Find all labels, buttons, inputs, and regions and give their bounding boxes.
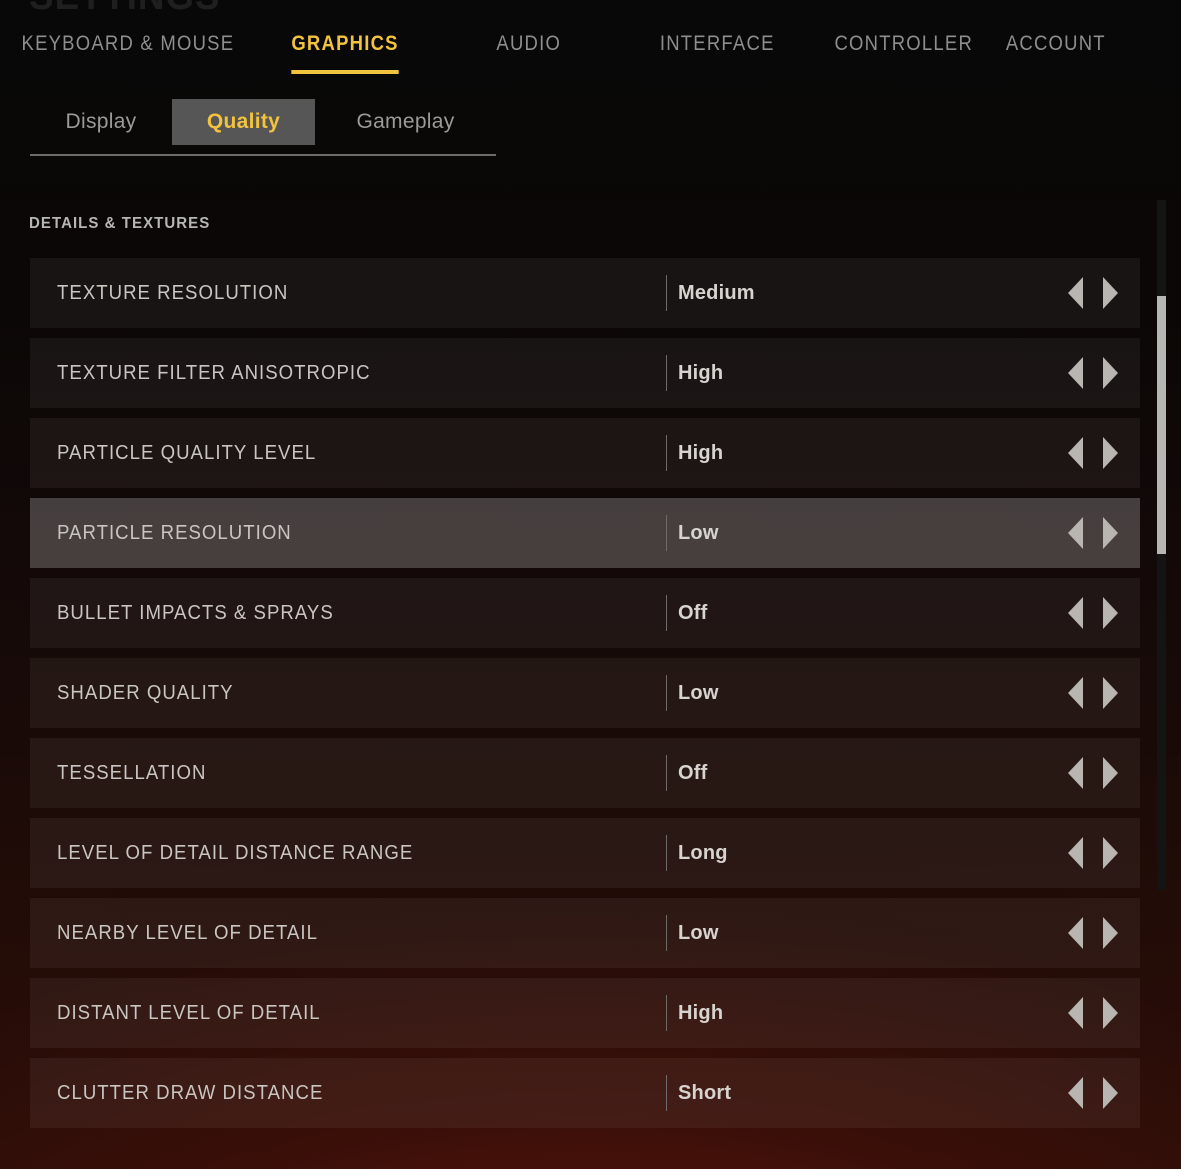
arrow-right-icon[interactable]	[1103, 917, 1118, 949]
subtab-display[interactable]: Display	[30, 99, 172, 145]
arrow-left-icon[interactable]	[1068, 597, 1083, 629]
setting-value: Short	[678, 1082, 731, 1105]
setting-divider	[666, 1075, 667, 1111]
setting-stepper	[1068, 917, 1118, 949]
arrow-right-icon[interactable]	[1103, 277, 1118, 309]
arrow-left-icon[interactable]	[1068, 357, 1083, 389]
setting-label: TEXTURE FILTER ANISOTROPIC	[57, 362, 371, 385]
page-title: SETTINGS	[29, 0, 220, 19]
setting-stepper	[1068, 437, 1118, 469]
setting-row[interactable]: SHADER QUALITY Low	[30, 658, 1140, 728]
setting-row[interactable]: DISTANT LEVEL OF DETAIL High	[30, 978, 1140, 1048]
setting-label: TESSELLATION	[57, 762, 206, 785]
setting-stepper	[1068, 1077, 1118, 1109]
setting-value: High	[678, 442, 723, 465]
setting-value: Off	[678, 762, 707, 785]
setting-divider	[666, 595, 667, 631]
tab-audio[interactable]: AUDIO	[497, 28, 562, 74]
setting-row[interactable]: BULLET IMPACTS & SPRAYS Off	[30, 578, 1140, 648]
setting-stepper	[1068, 517, 1118, 549]
setting-row[interactable]: PARTICLE RESOLUTION Low	[30, 498, 1140, 568]
setting-divider	[666, 835, 667, 871]
subtab-gameplay[interactable]: Gameplay	[315, 99, 496, 145]
setting-stepper	[1068, 677, 1118, 709]
setting-value: Low	[678, 922, 719, 945]
setting-label: LEVEL OF DETAIL DISTANCE RANGE	[57, 842, 413, 865]
tab-graphics[interactable]: GRAPHICS	[292, 28, 399, 74]
setting-row[interactable]: CLUTTER DRAW DISTANCE Short	[30, 1058, 1140, 1128]
setting-label: DISTANT LEVEL OF DETAIL	[57, 1002, 321, 1025]
arrow-left-icon[interactable]	[1068, 277, 1083, 309]
setting-row[interactable]: TEXTURE RESOLUTION Medium	[30, 258, 1140, 328]
arrow-right-icon[interactable]	[1103, 757, 1118, 789]
settings-screen: SETTINGS KEYBOARD & MOUSE GRAPHICS AUDIO…	[0, 0, 1181, 1169]
setting-label: TEXTURE RESOLUTION	[57, 282, 288, 305]
setting-divider	[666, 515, 667, 551]
setting-stepper	[1068, 997, 1118, 1029]
arrow-left-icon[interactable]	[1068, 517, 1083, 549]
tab-keyboard-mouse[interactable]: KEYBOARD & MOUSE	[22, 28, 235, 74]
settings-list: TEXTURE RESOLUTION Medium TEXTURE FILTER A…	[30, 258, 1140, 1124]
sub-tab-bar: Display Quality Gameplay	[30, 99, 496, 145]
setting-stepper	[1068, 837, 1118, 869]
setting-divider	[666, 995, 667, 1031]
setting-row[interactable]: PARTICLE QUALITY LEVEL High	[30, 418, 1140, 488]
arrow-right-icon[interactable]	[1103, 837, 1118, 869]
setting-label: PARTICLE RESOLUTION	[57, 522, 292, 545]
arrow-left-icon[interactable]	[1068, 1077, 1083, 1109]
tab-interface[interactable]: INTERFACE	[660, 28, 775, 74]
setting-label: NEARBY LEVEL OF DETAIL	[57, 922, 318, 945]
subtab-quality[interactable]: Quality	[172, 99, 315, 145]
setting-value: Medium	[678, 282, 755, 305]
setting-divider	[666, 435, 667, 471]
setting-row[interactable]: LEVEL OF DETAIL DISTANCE RANGE Long	[30, 818, 1140, 888]
arrow-left-icon[interactable]	[1068, 997, 1083, 1029]
setting-divider	[666, 675, 667, 711]
arrow-right-icon[interactable]	[1103, 1077, 1118, 1109]
setting-label: SHADER QUALITY	[57, 682, 234, 705]
arrow-right-icon[interactable]	[1103, 357, 1118, 389]
setting-label: CLUTTER DRAW DISTANCE	[57, 1082, 323, 1105]
setting-label: BULLET IMPACTS & SPRAYS	[57, 602, 334, 625]
arrow-right-icon[interactable]	[1103, 997, 1118, 1029]
section-header-details-textures: DETAILS & TEXTURES	[29, 215, 210, 233]
tab-controller[interactable]: CONTROLLER	[835, 28, 974, 74]
sub-tab-underline	[30, 154, 496, 156]
setting-stepper	[1068, 597, 1118, 629]
setting-stepper	[1068, 357, 1118, 389]
scrollbar-thumb[interactable]	[1157, 296, 1166, 554]
setting-divider	[666, 355, 667, 391]
setting-value: High	[678, 1002, 723, 1025]
arrow-right-icon[interactable]	[1103, 437, 1118, 469]
arrow-left-icon[interactable]	[1068, 677, 1083, 709]
arrow-left-icon[interactable]	[1068, 917, 1083, 949]
main-tab-bar: KEYBOARD & MOUSE GRAPHICS AUDIO INTERFAC…	[0, 28, 1181, 80]
arrow-left-icon[interactable]	[1068, 757, 1083, 789]
setting-stepper	[1068, 277, 1118, 309]
setting-value: Off	[678, 602, 707, 625]
arrow-right-icon[interactable]	[1103, 677, 1118, 709]
setting-value: Low	[678, 682, 719, 705]
setting-divider	[666, 915, 667, 951]
arrow-right-icon[interactable]	[1103, 517, 1118, 549]
setting-stepper	[1068, 757, 1118, 789]
setting-value: Low	[678, 522, 719, 545]
setting-row[interactable]: TEXTURE FILTER ANISOTROPIC High	[30, 338, 1140, 408]
setting-value: Long	[678, 842, 728, 865]
setting-label: PARTICLE QUALITY LEVEL	[57, 442, 316, 465]
setting-divider	[666, 755, 667, 791]
setting-row[interactable]: TESSELLATION Off	[30, 738, 1140, 808]
setting-row[interactable]: NEARBY LEVEL OF DETAIL Low	[30, 898, 1140, 968]
tab-account[interactable]: ACCOUNT	[1006, 28, 1106, 74]
arrow-left-icon[interactable]	[1068, 437, 1083, 469]
arrow-right-icon[interactable]	[1103, 597, 1118, 629]
arrow-left-icon[interactable]	[1068, 837, 1083, 869]
setting-divider	[666, 275, 667, 311]
setting-value: High	[678, 362, 723, 385]
